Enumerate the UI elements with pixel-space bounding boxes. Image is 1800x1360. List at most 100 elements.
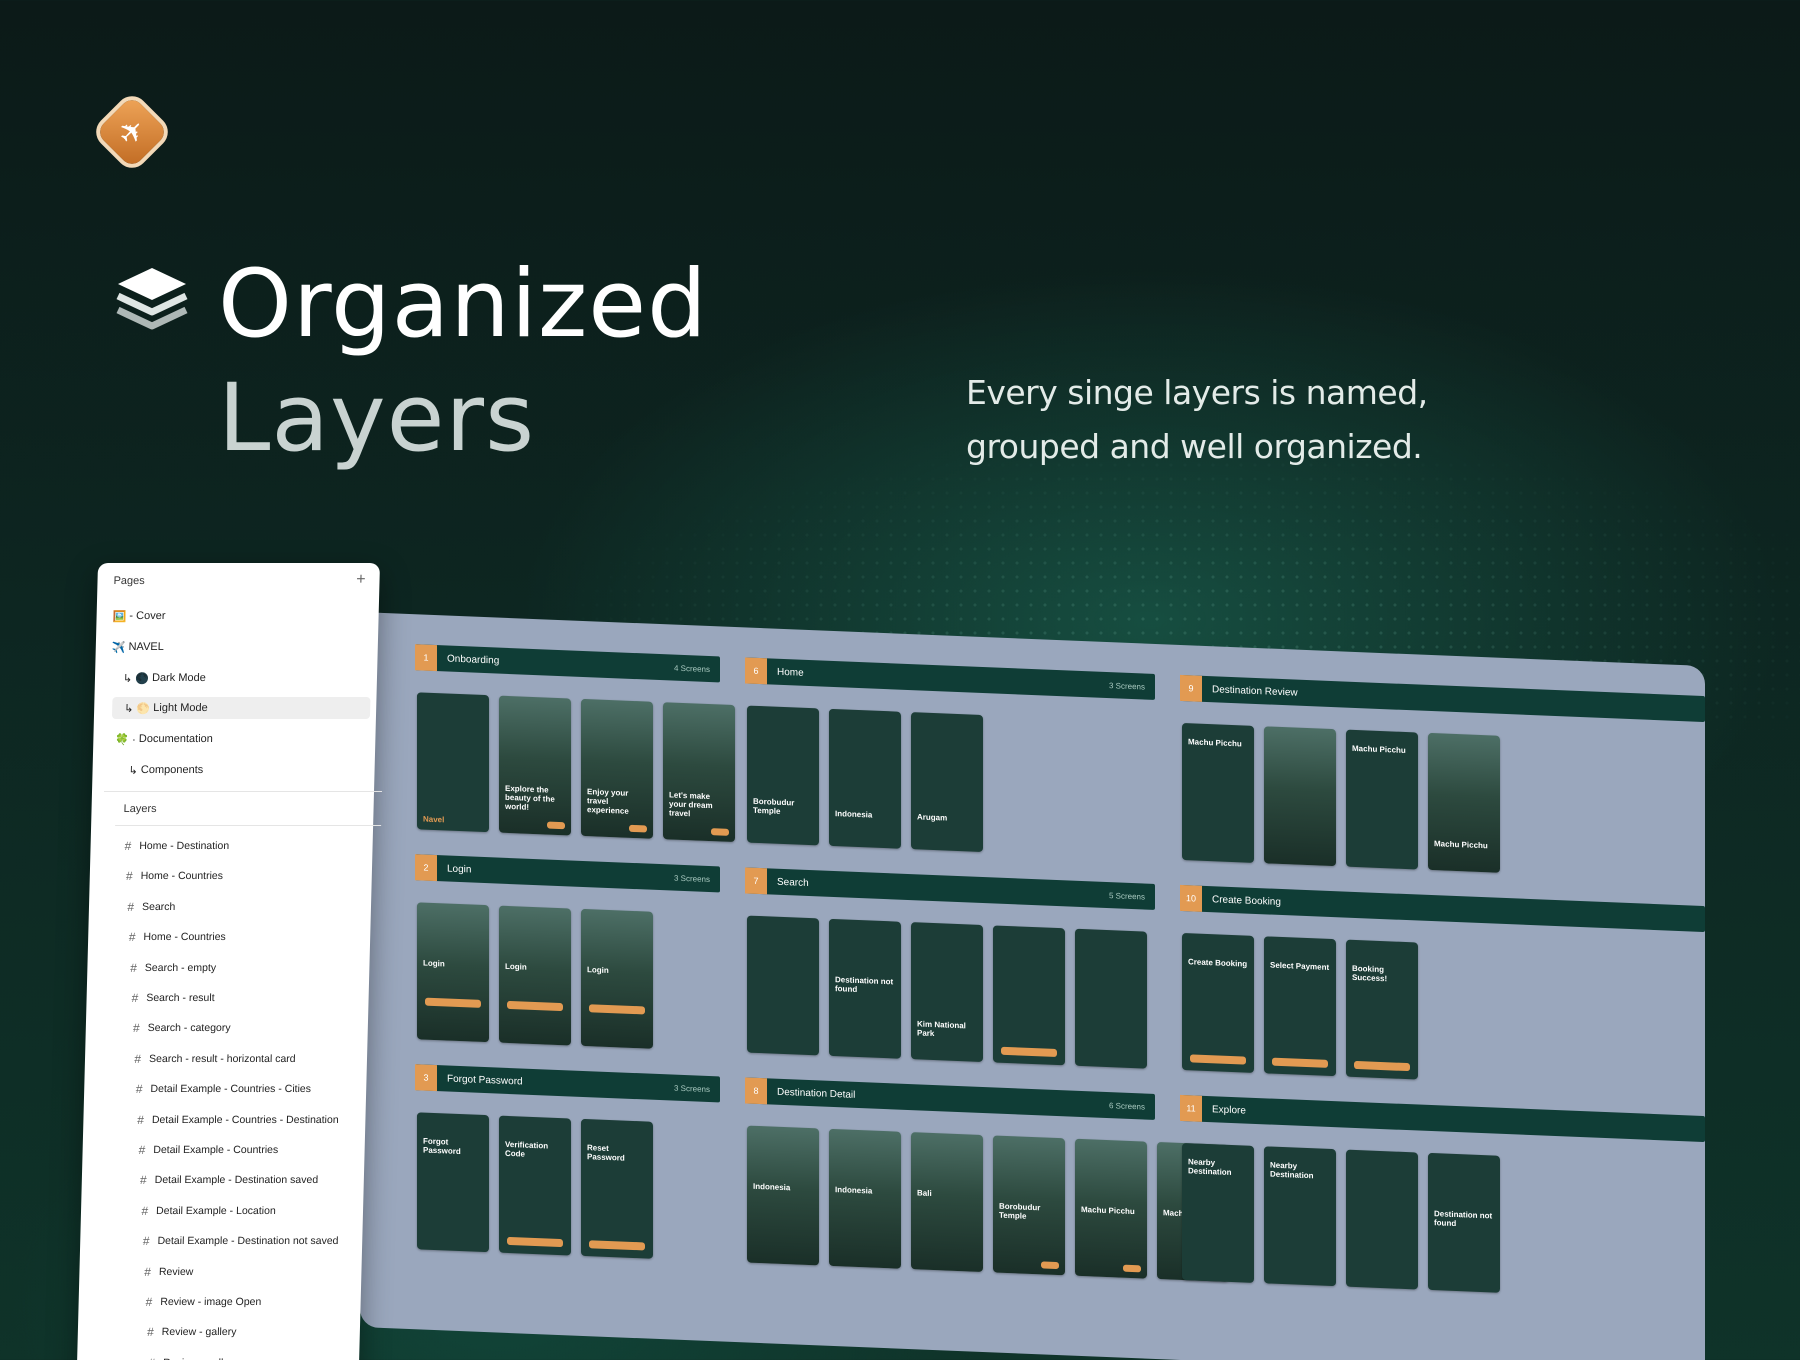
screen-thumbnail[interactable]: Arugam xyxy=(911,712,983,853)
screen-thumbnail[interactable]: Login xyxy=(417,902,489,1043)
screen-thumbnail[interactable]: Verification Code xyxy=(499,1115,571,1256)
layer-label: Home - Destination xyxy=(139,840,230,852)
layer-item[interactable]: # Detail Example - Destination saved xyxy=(140,1173,318,1187)
page-item-light-mode[interactable]: ↳ 🌕 Light Mode xyxy=(111,697,371,719)
layer-label: Home - Countries xyxy=(140,870,224,883)
page-item-navel[interactable]: ✈️ NAVEL xyxy=(112,636,165,658)
section-number: 8 xyxy=(745,1077,767,1105)
layer-label: Review - gallery xyxy=(161,1326,237,1339)
screen-thumbnail[interactable]: Indonesia xyxy=(829,708,901,849)
section-search[interactable]: 7 Search 5 Screens Destination not found… xyxy=(745,867,1155,1069)
layer-label: Review - image Open xyxy=(160,1296,262,1308)
screen-thumbnail[interactable] xyxy=(993,925,1065,1066)
screen-thumbnail[interactable]: Destination not found xyxy=(829,918,901,1059)
layer-item[interactable]: # Search - category xyxy=(133,1021,231,1035)
section-create-booking[interactable]: 10 Create Booking Create Booking Select … xyxy=(1180,884,1705,1080)
page-icon: ↳ 🌑 xyxy=(122,672,150,685)
subtitle: Every singe layers is named, grouped and… xyxy=(966,373,1428,466)
section-explore[interactable]: 11 Explore Nearby Destination Nearby Des… xyxy=(1180,1094,1705,1293)
section-count: 6 Screens xyxy=(1108,1100,1145,1112)
screen-thumbnail[interactable]: Explore the beauty of the world! xyxy=(499,695,571,836)
screen-thumbnail[interactable] xyxy=(1075,928,1147,1069)
screen-thumbnail[interactable]: Navel xyxy=(417,692,489,833)
layer-item[interactable]: # Review - image Open xyxy=(145,1295,261,1309)
page-item-dark-mode[interactable]: ↳ 🌑 Dark Mode xyxy=(123,667,206,689)
screen-thumbnail[interactable]: Login xyxy=(581,908,653,1049)
screen-thumbnail[interactable]: Machu Picchu xyxy=(1075,1138,1147,1279)
layers-icon xyxy=(116,268,188,330)
layer-item[interactable]: # Search - result - horizontal card xyxy=(134,1052,296,1066)
screen-thumbnail[interactable]: Machu Picchu xyxy=(1346,729,1418,870)
screen-thumbnail[interactable]: Booking Success! xyxy=(1346,939,1418,1080)
app-logo: ✈ xyxy=(95,95,169,169)
layer-label: Detail Example - Countries xyxy=(153,1144,279,1156)
frame-icon: # xyxy=(124,839,132,853)
screen-thumbnail[interactable]: Enjoy your travel experience xyxy=(581,698,653,839)
layer-item[interactable]: # Detail Example - Destination not saved xyxy=(143,1234,339,1248)
layer-item[interactable]: # Detail Example - Countries - Cities xyxy=(136,1082,312,1096)
section-home[interactable]: 6 Home 3 Screens Borobudur Temple Indone… xyxy=(745,657,1155,853)
section-count: 3 Screens xyxy=(673,1083,710,1094)
page-item-components[interactable]: ↳ Components xyxy=(128,759,203,781)
screen-thumbnail[interactable]: Forgot Password xyxy=(417,1112,489,1253)
layer-item[interactable]: # Detail Example - Location xyxy=(141,1204,276,1218)
screen-thumbnail[interactable]: Nearby Destination xyxy=(1264,1146,1336,1287)
layer-item[interactable]: # Home - Destination xyxy=(124,839,229,853)
screen-thumbnail[interactable]: Destination not found xyxy=(1428,1152,1500,1293)
layer-item[interactable]: # Search - empty xyxy=(130,961,216,975)
layer-item[interactable]: # Detail Example - Countries xyxy=(138,1143,278,1157)
frame-icon: # xyxy=(145,1295,153,1309)
screen-thumbnail[interactable] xyxy=(747,915,819,1056)
airplane-icon: ✈ xyxy=(111,111,153,153)
screen-thumbnail[interactable]: Indonesia xyxy=(829,1128,901,1269)
layer-label: Home - Countries xyxy=(143,931,226,944)
section-destination-detail[interactable]: 8 Destination Detail 6 Screens Indonesia… xyxy=(745,1077,1229,1282)
layer-item[interactable]: # Search xyxy=(127,900,175,914)
frame-icon: # xyxy=(131,991,139,1005)
screen-thumbnail[interactable]: Reset Password xyxy=(581,1118,653,1259)
screen-thumbnail[interactable] xyxy=(1264,726,1336,867)
section-destination-review[interactable]: 9 Destination Review Machu Picchu Machu … xyxy=(1180,674,1705,873)
screen-thumbnail[interactable]: Borobudur Temple xyxy=(747,705,819,846)
add-page-icon[interactable]: + xyxy=(356,571,366,589)
page-icon: ↳ xyxy=(128,764,138,777)
layer-item[interactable]: # Home - Countries xyxy=(126,869,223,883)
section-login[interactable]: 2 Login 3 Screens Login Login Login xyxy=(415,854,720,1049)
frame-icon: # xyxy=(146,1325,154,1340)
screen-thumbnail[interactable]: Indonesia xyxy=(747,1125,819,1266)
screen-thumbnail[interactable]: Select Payment xyxy=(1264,936,1336,1077)
section-forgot-password[interactable]: 3 Forgot Password 3 Screens Forgot Passw… xyxy=(415,1064,720,1259)
screen-thumbnail[interactable] xyxy=(1346,1149,1418,1290)
screen-thumbnail[interactable]: Borobudur Temple xyxy=(993,1135,1065,1276)
divider xyxy=(104,791,383,792)
layer-item[interactable]: # Home - Countries xyxy=(129,930,226,944)
layer-item[interactable]: # Detail Example - Countries - Destinatio… xyxy=(137,1113,339,1127)
screen-thumbnail[interactable]: Machu Picchu xyxy=(1428,732,1500,873)
layer-item[interactable]: #Review - gallery - open xyxy=(148,1356,270,1360)
screen-thumbnail[interactable]: Bali xyxy=(911,1132,983,1273)
layer-label: Search - result - horizontal card xyxy=(148,1052,296,1065)
layer-label: Review xyxy=(158,1265,194,1278)
headline-line-2: Layers xyxy=(218,364,536,473)
screen-thumbnail[interactable]: Let's make your dream travel xyxy=(663,702,735,843)
layer-label: Detail Example - Countries - Destination xyxy=(151,1113,339,1126)
page-icon: ↳ 🌕 xyxy=(124,702,151,715)
section-onboarding[interactable]: 1 Onboarding 4 Screens Navel Explore the… xyxy=(415,644,735,843)
screen-thumbnail[interactable]: Login xyxy=(499,905,571,1046)
page-item-documentation[interactable]: 🍀 · Documentation xyxy=(115,728,213,750)
layer-label: Search - empty xyxy=(144,961,217,974)
screen-thumbnail[interactable]: Nearby Destination xyxy=(1182,1143,1254,1283)
screen-thumbnail[interactable]: Kim National Park xyxy=(911,922,983,1063)
layer-item[interactable]: # Review xyxy=(144,1265,193,1279)
section-number: 11 xyxy=(1180,1094,1202,1122)
screen-thumbnail[interactable]: Create Booking xyxy=(1182,933,1254,1073)
pages-panel: Pages + 🖼️ - Cover ✈️ NAVEL ↳ 🌑 Dark Mod… xyxy=(76,563,383,1360)
layer-item[interactable]: # Review - gallery xyxy=(147,1325,237,1339)
section-title: Onboarding xyxy=(447,652,500,667)
page-item-cover[interactable]: 🖼️ - Cover xyxy=(112,605,165,627)
section-number: 2 xyxy=(415,854,437,882)
screen-thumbnail[interactable]: Machu Picchu xyxy=(1182,723,1254,863)
layer-item[interactable]: # Search - result xyxy=(131,991,214,1005)
section-count: 3 Screens xyxy=(673,873,710,884)
layer-label: Search xyxy=(141,900,176,913)
